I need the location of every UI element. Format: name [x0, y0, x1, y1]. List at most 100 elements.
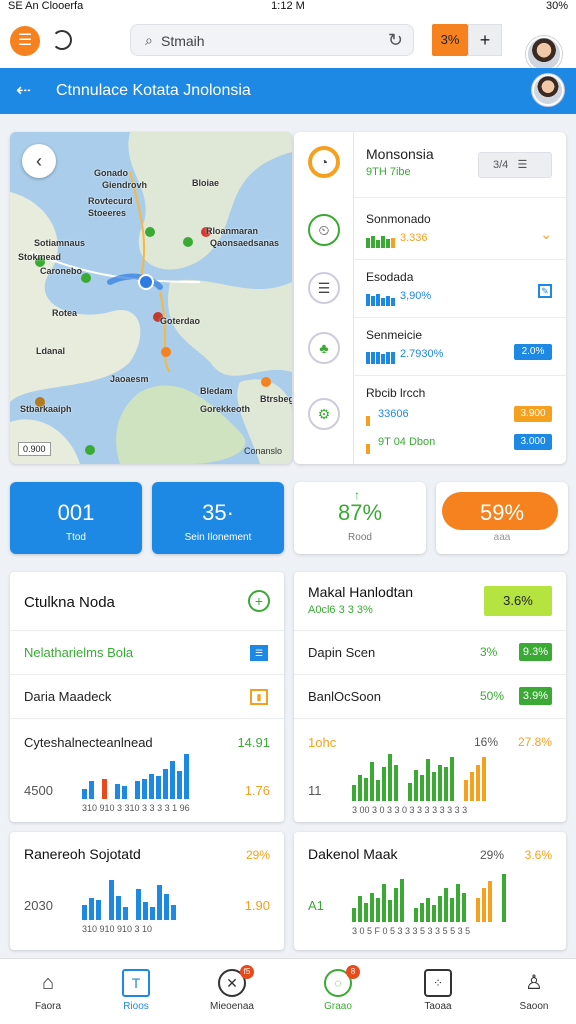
chart-bar	[157, 885, 162, 920]
nav-item-home[interactable]: ⌂ Faora	[0, 959, 96, 1024]
list-item[interactable]: BanlOcSoon 50% 3.9%	[294, 674, 566, 718]
panel-subtitle: 9TH 7ibe	[366, 166, 411, 178]
map-back-button[interactable]: ‹	[22, 144, 56, 178]
chart-bar	[122, 786, 127, 799]
chart-bar	[482, 757, 486, 801]
chart-bar	[171, 905, 176, 920]
stat-label: Ttod	[65, 532, 86, 543]
chart-bar	[149, 774, 154, 799]
row-label: Nelatharielms Bola	[24, 645, 134, 660]
chart-bar	[376, 780, 380, 801]
axis-label: 1.90	[244, 898, 270, 913]
gauge-icon[interactable]: ◔	[308, 146, 340, 178]
map-scale: 0.900	[18, 442, 51, 456]
card-title: Ranereoh Sojotatd	[24, 846, 141, 862]
stat-label: Sein Ilonement	[184, 532, 252, 543]
add-icon[interactable]: +	[248, 590, 270, 612]
map-label: Bledam	[200, 386, 233, 396]
chart-bar	[382, 767, 386, 801]
list-item-bars	[366, 346, 396, 364]
list-item[interactable]: Esodada 3,90% ✎	[354, 260, 566, 318]
list-item-value: 3.336	[400, 232, 428, 244]
panel-chip[interactable]: 3/4 ☰	[478, 152, 552, 178]
chart-bar	[150, 907, 155, 920]
row-label: BanlOcSoon	[308, 689, 381, 704]
nav-item-chat[interactable]: ◌ 8 Graao	[290, 959, 386, 1024]
report-card: Ranereoh Sojotatd 29% 2030 1.90 310 910 …	[10, 832, 284, 950]
chart-percent: 27.8%	[517, 735, 552, 749]
list-item[interactable]: Senmeicie 2.7930% 2.0%	[354, 318, 566, 376]
list-item-bars	[366, 288, 396, 306]
nav-item-grid[interactable]: ⁘ Taoaa	[390, 959, 486, 1024]
back-icon[interactable]	[52, 30, 72, 50]
add-button[interactable]: +	[468, 24, 502, 56]
axis-label: 11	[308, 783, 322, 798]
tree-icon[interactable]: ♣	[308, 332, 340, 364]
axis-label: 2030	[24, 898, 53, 913]
chart-icon[interactable]: ▮	[250, 689, 268, 705]
top-app-bar: ☰ ⌕ Stmaih ↻ 3% +	[0, 14, 576, 72]
list-item[interactable]: Nelatharielms Bola ☰	[10, 630, 284, 674]
stat-tile[interactable]: 59% aaa	[436, 482, 568, 554]
progress-icon[interactable]: ⏲	[308, 214, 340, 246]
back-arrow-icon[interactable]: ⇠	[16, 80, 31, 101]
list-item[interactable]: Dapin Scen 3% 9.3%	[294, 630, 566, 674]
chart-bar	[370, 762, 374, 801]
stat-tile[interactable]: ↑ 87% Rood	[294, 482, 426, 554]
list-item[interactable]: Rbcib lrcch 33606 3.900 9T 04 Dbon 3.000	[354, 376, 566, 464]
notification-badge: 8	[346, 965, 360, 979]
chart-bar	[426, 759, 430, 801]
list-icon[interactable]: ☰	[308, 272, 340, 304]
stat-label: Rood	[348, 532, 372, 543]
map-label: Goterdao	[160, 316, 201, 326]
list-icon[interactable]: ☰	[250, 645, 268, 661]
stat-value: 87%	[337, 500, 383, 525]
edit-icon[interactable]: ✎	[538, 284, 552, 298]
map-canvas	[10, 132, 292, 464]
list-item-name: Sonmonado	[366, 212, 431, 226]
settings-icon[interactable]: ⚙	[308, 398, 340, 430]
chart-bar	[164, 894, 169, 920]
nav-item-tools[interactable]: ✕ f5 Mieoenaa	[184, 959, 280, 1024]
icon-column: ◔ ⏲ ☰ ♣ ⚙	[294, 132, 354, 464]
notification-badge: f5	[240, 965, 254, 979]
chart-bar	[420, 775, 424, 801]
chart-bar	[388, 900, 392, 922]
map-view[interactable]: Gonado Giendrovh Bloiae Rovtecurd Stoeer…	[10, 132, 292, 464]
status-bar: SE An Clooerfa 1:12 M 30%	[0, 0, 576, 14]
summary-card: Makal Hanlodtan A0cl6 3 3 3% 3.6% Dapin …	[294, 572, 566, 822]
refresh-icon[interactable]: ↻	[388, 30, 403, 51]
chart-bar	[352, 785, 356, 801]
axis-label: A1	[308, 898, 324, 913]
percent-button[interactable]: 3%	[432, 24, 468, 56]
chevron-down-icon[interactable]: ⌄	[540, 226, 552, 243]
status-badge: 3.6%	[484, 586, 552, 616]
chart-bar	[82, 789, 87, 799]
avatar[interactable]	[526, 36, 562, 72]
bar-chart	[82, 749, 212, 799]
chart-bar	[394, 765, 398, 801]
search-field[interactable]: ⌕ Stmaih ↻	[130, 24, 414, 56]
list-item[interactable]: Daria Maadeck ▮	[10, 674, 284, 718]
stat-tile[interactable]: 35· Sein Ilonement	[152, 482, 284, 554]
nav-item-profile[interactable]: ♙ Saoon	[486, 959, 576, 1024]
chart-bar	[370, 893, 374, 922]
menu-icon[interactable]: ☰	[10, 26, 40, 56]
chart-bar	[476, 898, 480, 922]
profile-avatar[interactable]	[532, 74, 564, 106]
list-item[interactable]: Sonmonado 3.336 ⌄	[354, 202, 566, 260]
panel-title: Monsonsia	[366, 146, 434, 162]
bottom-nav: ⌂ Faora T Rioos ✕ f5 Mieoenaa ◌ 8 Graao …	[0, 958, 576, 1024]
nav-item-calendar[interactable]: T Rioos	[88, 959, 184, 1024]
stat-tile[interactable]: 001 Ttod	[10, 482, 142, 554]
map-label: Stbarkaaiph	[20, 404, 72, 414]
map-label: Caronebo	[40, 266, 83, 276]
list-item-bars	[366, 230, 396, 248]
grid-icon: ⁘	[424, 969, 452, 997]
axis-ticks: 310 910 910 3 10	[82, 924, 153, 934]
chart-bar	[135, 781, 140, 799]
axis-ticks: 3 0 5 F 0 5 3 3 3 5 3 3 5 5 3 5	[352, 926, 471, 936]
chart-bar	[444, 888, 448, 922]
chart-bar	[450, 898, 454, 922]
list-item-name: Esodada	[366, 270, 414, 284]
